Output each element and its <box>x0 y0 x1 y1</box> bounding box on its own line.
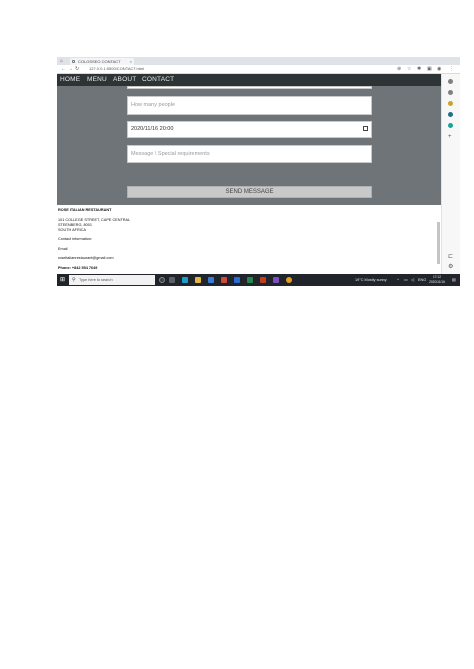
contact-page: HOME MENU ABOUT CONTACT How many people … <box>57 74 441 205</box>
tab-close-icon[interactable]: × <box>130 58 132 65</box>
nav-home-link[interactable]: HOME <box>60 74 80 86</box>
side-layout-icon[interactable]: ⊏ <box>448 254 453 260</box>
search-icon: ⚲ <box>72 277 76 283</box>
file-explorer-icon[interactable] <box>195 277 201 283</box>
side-office-icon[interactable] <box>448 123 453 128</box>
email-address[interactable]: roseitalianrestaurant@gmail.com <box>58 256 114 260</box>
nav-contact-link[interactable]: CONTACT <box>142 74 174 86</box>
language-indicator[interactable]: ENG <box>418 274 426 286</box>
browser-tab-strip: ⌂ COLOSSEO CONTACT × <box>57 57 460 65</box>
vscode-icon[interactable] <box>273 277 279 283</box>
bookmark-star-icon[interactable]: ☆ <box>407 66 411 72</box>
collections-icon[interactable]: ▣ <box>427 66 432 72</box>
url-field[interactable]: 127.0.0.1:5500/CONTACT.html <box>89 66 389 72</box>
word-icon[interactable] <box>234 277 240 283</box>
address-line-2: STEENBERG, 8001 <box>58 223 92 227</box>
page-favicon-icon <box>72 60 75 63</box>
back-icon[interactable]: ← <box>61 66 66 72</box>
site-navbar: HOME MENU ABOUT CONTACT <box>57 74 441 86</box>
weather-status[interactable]: 19°C Mostly sunny <box>355 274 387 286</box>
datetime-value: 2020/11/16 20:00 <box>131 126 174 132</box>
task-view-icon[interactable] <box>169 277 175 283</box>
nav-menu-link[interactable]: MENU <box>87 74 107 86</box>
restaurant-name: ROSE ITALIAN RESTAURANT <box>58 208 112 212</box>
side-tools-icon[interactable] <box>448 101 453 106</box>
message-textarea[interactable]: Message \ Special requirements <box>127 145 372 163</box>
browser-menu-icon[interactable]: ⋮ <box>449 66 454 72</box>
side-games-icon[interactable] <box>448 112 453 117</box>
address-bar: ← → ↻ 127.0.0.1:5500/CONTACT.html ⊕ ☆ ✱ … <box>57 65 460 74</box>
taskbar-search-placeholder: Type here to search <box>79 278 113 282</box>
taskbar-search[interactable]: ⚲ Type here to search <box>69 275 155 285</box>
browser-side-panel: + ⊏ ⚙ <box>441 74 460 274</box>
tab-home-icon[interactable]: ⌂ <box>60 58 66 64</box>
notification-icon[interactable]: ▤ <box>452 274 456 286</box>
browser-tab[interactable]: COLOSSEO CONTACT × <box>70 58 134 65</box>
calendar-icon[interactable] <box>363 126 368 131</box>
screenshot: ⌂ COLOSSEO CONTACT × ← → ↻ 127.0.0.1:550… <box>57 57 460 286</box>
windows-start-icon[interactable]: ⊞ <box>60 277 66 283</box>
previous-field-bottom[interactable] <box>127 86 372 89</box>
zoom-icon[interactable]: ⊕ <box>397 66 401 72</box>
tab-title: COLOSSEO CONTACT <box>78 59 121 64</box>
site-footer: ROSE ITALIAN RESTAURANT 101 COLLEGE STRE… <box>57 205 441 274</box>
taskbar-clock[interactable]: 17:12 2020/11/16 <box>428 275 446 285</box>
network-icon[interactable]: ▭ <box>404 274 408 286</box>
address-country: SOUTH AFRICA <box>58 228 87 232</box>
edge-browser-icon[interactable] <box>182 277 188 283</box>
side-search-icon[interactable] <box>448 79 453 84</box>
address-line-1: 101 COLLEGE STREET, CAPE CENTRAL <box>58 218 131 222</box>
forward-icon[interactable]: → <box>68 66 73 72</box>
powerpoint-icon[interactable] <box>260 277 266 283</box>
page-scrollbar[interactable] <box>437 222 440 264</box>
phone-number: Phone: +842 554 7649 <box>58 266 98 270</box>
chrome-icon[interactable] <box>286 277 292 283</box>
windows-taskbar: ⊞ ⚲ Type here to search 19°C Mostly sunn… <box>57 274 460 286</box>
side-settings-icon[interactable]: ⚙ <box>448 264 453 270</box>
nav-about-link[interactable]: ABOUT <box>113 74 136 86</box>
send-message-button[interactable]: SEND MESSAGE <box>127 186 372 198</box>
clock-date: 2020/11/16 <box>429 280 445 284</box>
extensions-icon[interactable]: ✱ <box>417 66 421 72</box>
excel-icon[interactable] <box>247 277 253 283</box>
side-shopping-icon[interactable] <box>448 90 453 95</box>
profile-icon[interactable]: ◉ <box>437 66 441 72</box>
people-input[interactable]: How many people <box>127 96 372 115</box>
cortana-icon[interactable] <box>159 277 165 283</box>
volume-icon[interactable]: ◁ <box>411 274 414 286</box>
tray-chevron-icon[interactable]: ^ <box>397 274 399 286</box>
side-add-icon[interactable]: + <box>448 134 452 140</box>
store-icon[interactable] <box>208 277 214 283</box>
contact-heading: Contact information: <box>58 237 92 241</box>
datetime-input[interactable]: 2020/11/16 20:00 <box>127 121 372 138</box>
office-icon[interactable] <box>221 277 227 283</box>
reload-icon[interactable]: ↻ <box>75 66 79 72</box>
email-label: Email <box>58 247 68 251</box>
